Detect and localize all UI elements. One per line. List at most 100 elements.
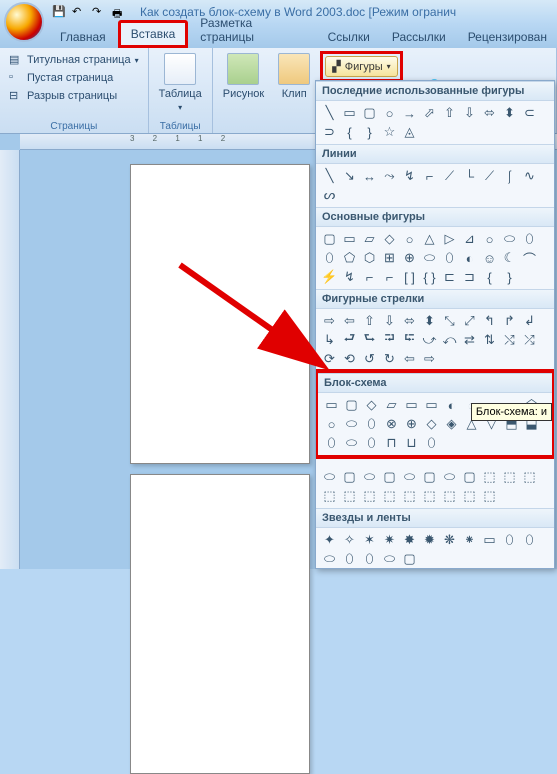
shape-item[interactable]: ⁕ [460, 531, 479, 549]
shape-item[interactable]: ⊂ [520, 104, 539, 122]
shape-item[interactable]: ⤺ [440, 331, 459, 349]
shape-item[interactable]: ⇧ [440, 104, 459, 122]
shape-item[interactable]: ⬚ [420, 487, 439, 505]
shape-item[interactable]: ⬚ [480, 487, 499, 505]
shape-item[interactable]: ⊕ [402, 415, 421, 433]
shape-item[interactable]: ⤳ [380, 167, 399, 185]
shape-item[interactable]: ↳ [320, 331, 339, 349]
tab-mailings[interactable]: Рассылки [382, 26, 456, 48]
shape-item[interactable]: } [500, 268, 519, 286]
shape-item[interactable]: ⬚ [320, 487, 339, 505]
shape-item[interactable]: ⇄ [460, 331, 479, 349]
shape-item[interactable]: ↯ [340, 268, 359, 286]
tab-pagelayout[interactable]: Разметка страницы [190, 12, 315, 48]
shape-item[interactable]: ▷ [440, 230, 459, 248]
shape-item[interactable]: ⬍ [500, 104, 519, 122]
shape-item[interactable]: ⮐ [340, 331, 359, 349]
shape-item[interactable]: ✧ [340, 531, 359, 549]
shape-item[interactable]: ▢ [342, 396, 361, 414]
shape-item[interactable]: ○ [400, 230, 419, 248]
shape-item[interactable]: ○ [480, 230, 499, 248]
shape-item[interactable]: ⬚ [340, 487, 359, 505]
shape-item[interactable]: ◇ [422, 415, 441, 433]
shape-item[interactable]: ▢ [320, 230, 339, 248]
shape-item[interactable]: ▢ [460, 468, 479, 486]
shape-item[interactable]: ⊕ [400, 249, 419, 267]
shape-item[interactable]: ⊞ [380, 249, 399, 267]
shape-item[interactable]: ⇨ [320, 312, 339, 330]
redo-icon[interactable]: ↷ [92, 5, 106, 19]
shape-item[interactable]: ⬚ [520, 468, 539, 486]
shape-item[interactable]: ⬚ [480, 468, 499, 486]
shape-item[interactable]: ❋ [440, 531, 459, 549]
shape-item[interactable]: ◇ [380, 230, 399, 248]
shape-item[interactable]: ⊃ [320, 123, 339, 141]
shape-item[interactable]: ⬚ [500, 468, 519, 486]
shape-item[interactable]: ⊔ [402, 434, 421, 452]
shape-item[interactable]: ○ [380, 104, 399, 122]
shape-item[interactable]: ⬯ [362, 415, 381, 433]
shape-item[interactable]: ᔕ [320, 186, 339, 204]
shape-item[interactable]: ⬯ [520, 230, 539, 248]
shape-item[interactable]: ⌐ [420, 167, 439, 185]
shape-item[interactable]: ⤡ [440, 312, 459, 330]
shape-item[interactable]: ○ [322, 415, 341, 433]
shape-item[interactable]: ⬯ [340, 550, 359, 568]
shape-item[interactable]: ⊓ [382, 434, 401, 452]
shape-item[interactable]: ⬠ [340, 249, 359, 267]
shape-item[interactable]: ✷ [380, 531, 399, 549]
shape-item[interactable]: ⬭ [400, 468, 419, 486]
shape-item[interactable]: ⮓ [400, 331, 419, 349]
shape-item[interactable]: ⬭ [360, 468, 379, 486]
shape-item[interactable]: ✶ [360, 531, 379, 549]
shape-item[interactable]: ⬭ [320, 550, 339, 568]
shape-item[interactable]: ↯ [400, 167, 419, 185]
shape-item[interactable]: ⊐ [460, 268, 479, 286]
document-page[interactable] [130, 474, 310, 774]
shape-item[interactable]: ↻ [380, 350, 399, 368]
shape-item[interactable]: ⚡ [320, 268, 339, 286]
shape-item[interactable]: ⬭ [380, 550, 399, 568]
shapes-button[interactable]: ▞ Фигуры ▾ [325, 56, 397, 77]
tab-references[interactable]: Ссылки [318, 26, 380, 48]
shape-item[interactable]: ✸ [400, 531, 419, 549]
shape-item[interactable]: ◐ [442, 396, 461, 414]
shape-item[interactable]: ✹ [420, 531, 439, 549]
shape-item[interactable]: ⬚ [440, 487, 459, 505]
shape-item[interactable]: ⤢ [460, 312, 479, 330]
shape-item[interactable]: ⬯ [422, 434, 441, 452]
shape-item[interactable]: ⟲ [340, 350, 359, 368]
table-button[interactable]: Таблица ▾ [155, 51, 206, 120]
shape-item[interactable]: ☆ [380, 123, 399, 141]
shape-item[interactable]: ⬯ [362, 434, 381, 452]
shape-item[interactable]: ⟋ [440, 167, 459, 185]
shape-item[interactable]: ☾ [500, 249, 519, 267]
shape-item[interactable]: { } [420, 268, 439, 286]
shape-item[interactable]: ▭ [322, 396, 341, 414]
picture-button[interactable]: Рисунок [219, 51, 269, 120]
shape-item[interactable]: ⬯ [322, 434, 341, 452]
shape-item[interactable]: ⊿ [460, 230, 479, 248]
shape-item[interactable]: ▱ [360, 230, 379, 248]
shape-item[interactable]: ▢ [400, 550, 419, 568]
shape-item[interactable]: ⇦ [400, 350, 419, 368]
shape-item[interactable]: ⤮ [520, 331, 539, 349]
shape-item[interactable]: ↰ [480, 312, 499, 330]
shape-item[interactable]: ✦ [320, 531, 339, 549]
shape-item[interactable]: ⊗ [382, 415, 401, 433]
shape-item[interactable]: ⇦ [340, 312, 359, 330]
shape-item[interactable]: ↱ [500, 312, 519, 330]
shape-item[interactable]: ⬯ [360, 550, 379, 568]
clip-button[interactable]: Клип [274, 51, 314, 120]
shape-item[interactable]: ⬯ [440, 249, 459, 267]
cover-page-button[interactable]: ▤Титульная страница▾ [6, 51, 142, 69]
shape-item[interactable]: ⇧ [360, 312, 379, 330]
shape-item[interactable]: { [340, 123, 359, 141]
shape-item[interactable]: ⌐ [360, 268, 379, 286]
shape-item[interactable]: ⬄ [480, 104, 499, 122]
shape-item[interactable]: ↲ [520, 312, 539, 330]
shape-item[interactable]: ⬀ [420, 104, 439, 122]
shape-item[interactable]: ⬭ [320, 468, 339, 486]
shape-item[interactable]: ⟳ [320, 350, 339, 368]
shape-item[interactable]: ▢ [360, 104, 379, 122]
